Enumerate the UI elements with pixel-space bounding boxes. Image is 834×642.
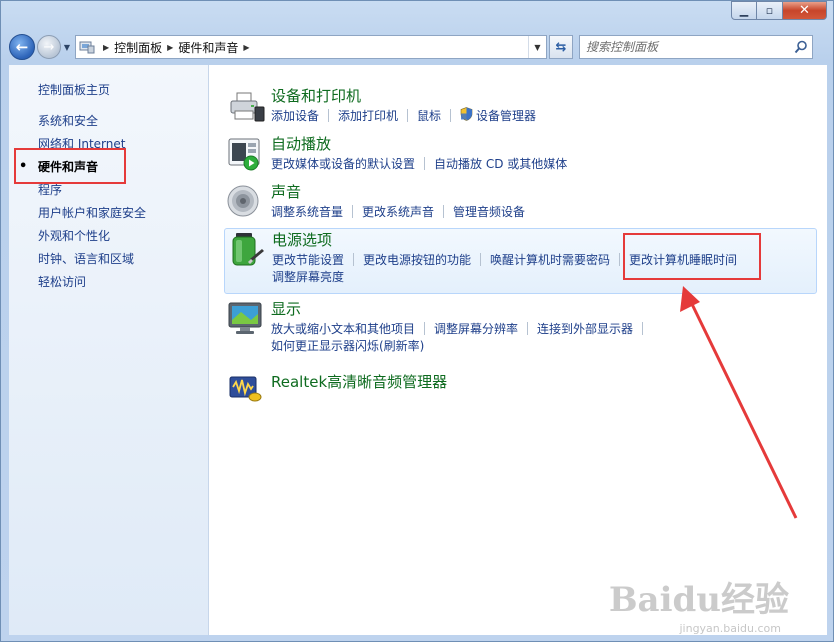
maximize-button[interactable]: ▫ — [757, 1, 783, 20]
sidebar-item-system-security[interactable]: 系统和安全 — [38, 113, 146, 136]
forward-button[interactable]: → — [37, 35, 61, 59]
printer-icon — [227, 87, 265, 125]
adjust-brightness-link[interactable]: 调整屏幕亮度 — [272, 268, 344, 285]
link-separator — [328, 109, 330, 122]
autoplay-title[interactable]: 自动播放 — [271, 133, 331, 154]
adjust-volume-link[interactable]: 调整系统音量 — [271, 203, 343, 220]
control-panel-home-link[interactable]: 控制面板主页 — [38, 81, 110, 98]
require-password-wake-link[interactable]: 唤醒计算机时需要密码 — [490, 251, 610, 268]
change-sleep-time-link[interactable]: 更改计算机睡眠时间 — [629, 251, 737, 268]
sidebar-item-network-internet[interactable]: 网络和 Internet — [38, 136, 146, 159]
category-realtek: Realtek高清晰音频管理器 — [224, 367, 817, 402]
minimize-icon: ▁ — [739, 4, 749, 17]
recent-pages-button[interactable]: ▼ — [61, 43, 73, 52]
sidebar-item-clock-region[interactable]: 时钟、语言和区域 — [38, 251, 146, 274]
breadcrumb-separator-icon[interactable]: ▶ — [243, 43, 249, 52]
link-separator — [353, 253, 355, 266]
link-separator — [424, 157, 426, 170]
link-separator — [527, 322, 529, 335]
category-sound: 声音 调整系统音量 更改系统声音 管理音频设备 — [224, 181, 817, 223]
link-separator — [450, 109, 452, 122]
breadcrumb-separator-icon[interactable]: ▶ — [167, 43, 173, 52]
sidebar-item-user-accounts[interactable]: 用户帐户和家庭安全 — [38, 205, 146, 228]
category-autoplay: 自动播放 更改媒体或设备的默认设置 自动播放 CD 或其他媒体 — [224, 133, 817, 175]
power-options-links-row2: 调整屏幕亮度 — [272, 268, 344, 285]
link-separator — [352, 205, 354, 218]
category-list: 系统和安全 网络和 Internet 硬件和声音 程序 用户帐户和家庭安全 外观… — [19, 113, 146, 297]
main-content-pane: 设备和打印机 添加设备 添加打印机 鼠标 设备管理器 自动播放 更改媒体或设备的默认设… — [209, 65, 827, 635]
autoplay-links: 更改媒体或设备的默认设置 自动播放 CD 或其他媒体 — [271, 155, 567, 172]
fix-flicker-link[interactable]: 如何更正显示器闪烁(刷新率) — [271, 337, 424, 354]
address-dropdown-button[interactable]: ▼ — [528, 36, 546, 58]
power-options-title[interactable]: 电源选项 — [272, 229, 332, 250]
add-device-link[interactable]: 添加设备 — [271, 107, 319, 124]
change-power-saving-link[interactable]: 更改节能设置 — [272, 251, 344, 268]
link-separator — [642, 322, 644, 335]
power-options-links: 更改节能设置 更改电源按钮的功能 唤醒计算机时需要密码 更改计算机睡眠时间 — [272, 251, 737, 268]
link-separator — [424, 322, 426, 335]
link-separator — [443, 205, 445, 218]
search-input[interactable] — [586, 40, 790, 54]
display-title[interactable]: 显示 — [271, 298, 301, 319]
text-size-link[interactable]: 放大或缩小文本和其他项目 — [271, 320, 415, 337]
display-links: 放大或缩小文本和其他项目 调整屏幕分辨率 连接到外部显示器 — [271, 320, 652, 337]
display-links-row2: 如何更正显示器闪烁(刷新率) — [271, 337, 424, 354]
external-display-link[interactable]: 连接到外部显示器 — [537, 320, 633, 337]
speaker-icon — [227, 183, 265, 221]
breadcrumb-control-panel[interactable]: 控制面板 — [114, 39, 162, 56]
devices-printers-title[interactable]: 设备和打印机 — [271, 85, 361, 106]
device-manager-link[interactable]: 设备管理器 — [476, 107, 536, 124]
change-power-button-link[interactable]: 更改电源按钮的功能 — [363, 251, 471, 268]
search-icon[interactable] — [790, 40, 812, 54]
close-button[interactable]: ✕ — [783, 1, 827, 20]
screen-resolution-link[interactable]: 调整屏幕分辨率 — [434, 320, 518, 337]
link-separator — [480, 253, 482, 266]
address-bar[interactable]: ▶ 控制面板 ▶ 硬件和声音 ▶ ▼ — [75, 35, 547, 59]
link-separator — [619, 253, 621, 266]
shield-icon — [460, 107, 473, 124]
left-navigation-pane: 控制面板主页 系统和安全 网络和 Internet 硬件和声音 程序 用户帐户和… — [9, 65, 209, 635]
battery-icon — [228, 231, 266, 269]
maximize-icon: ▫ — [765, 4, 774, 17]
refresh-button[interactable]: ⇆ — [549, 35, 573, 59]
control-panel-icon — [76, 36, 98, 58]
arrow-right-icon: → — [43, 39, 55, 55]
realtek-audio-icon — [227, 369, 265, 407]
chevron-down-icon: ▼ — [534, 42, 541, 52]
link-separator — [407, 109, 409, 122]
autoplay-icon — [227, 135, 265, 173]
sidebar-item-programs[interactable]: 程序 — [38, 182, 146, 205]
sidebar-item-ease-of-access[interactable]: 轻松访问 — [38, 274, 146, 297]
back-button[interactable]: ← — [9, 34, 35, 60]
refresh-icon: ⇆ — [555, 39, 567, 55]
category-power-options: 电源选项 更改节能设置 更改电源按钮的功能 唤醒计算机时需要密码 更改计算机睡眠时间 … — [224, 228, 817, 294]
search-box[interactable] — [579, 35, 813, 59]
window-frame: ▁ ▫ ✕ ← → ▼ ▶ 控制面板 ▶ 硬件和声音 ▶ ▼ ⇆ 控制面板主页 — [0, 0, 834, 642]
change-media-defaults-link[interactable]: 更改媒体或设备的默认设置 — [271, 155, 415, 172]
change-system-sounds-link[interactable]: 更改系统声音 — [362, 203, 434, 220]
sound-links: 调整系统音量 更改系统声音 管理音频设备 — [271, 203, 525, 220]
sound-title[interactable]: 声音 — [271, 181, 301, 202]
window-caption-buttons: ▁ ▫ ✕ — [731, 1, 827, 20]
realtek-title[interactable]: Realtek高清晰音频管理器 — [271, 371, 447, 392]
sidebar-item-appearance[interactable]: 外观和个性化 — [38, 228, 146, 251]
breadcrumb-separator-icon[interactable]: ▶ — [103, 43, 109, 52]
arrow-left-icon: ← — [15, 38, 29, 56]
devices-printers-links: 添加设备 添加打印机 鼠标 设备管理器 — [271, 107, 536, 124]
chevron-down-icon: ▼ — [63, 42, 71, 52]
close-icon: ✕ — [799, 3, 810, 18]
add-printer-link[interactable]: 添加打印机 — [338, 107, 398, 124]
sidebar-item-hardware-sound[interactable]: 硬件和声音 — [19, 159, 146, 182]
category-display: 显示 放大或缩小文本和其他项目 调整屏幕分辨率 连接到外部显示器 如何更正显示器闪烁… — [224, 298, 817, 360]
breadcrumb-hardware-sound[interactable]: 硬件和声音 — [178, 39, 238, 56]
autoplay-cd-link[interactable]: 自动播放 CD 或其他媒体 — [434, 155, 567, 172]
navigation-bar: ← → ▼ ▶ 控制面板 ▶ 硬件和声音 ▶ ▼ ⇆ — [9, 33, 825, 61]
monitor-icon — [227, 300, 265, 338]
category-devices-printers: 设备和打印机 添加设备 添加打印机 鼠标 设备管理器 — [224, 85, 817, 127]
minimize-button[interactable]: ▁ — [731, 1, 757, 20]
mouse-link[interactable]: 鼠标 — [417, 107, 441, 124]
manage-audio-devices-link[interactable]: 管理音频设备 — [453, 203, 525, 220]
